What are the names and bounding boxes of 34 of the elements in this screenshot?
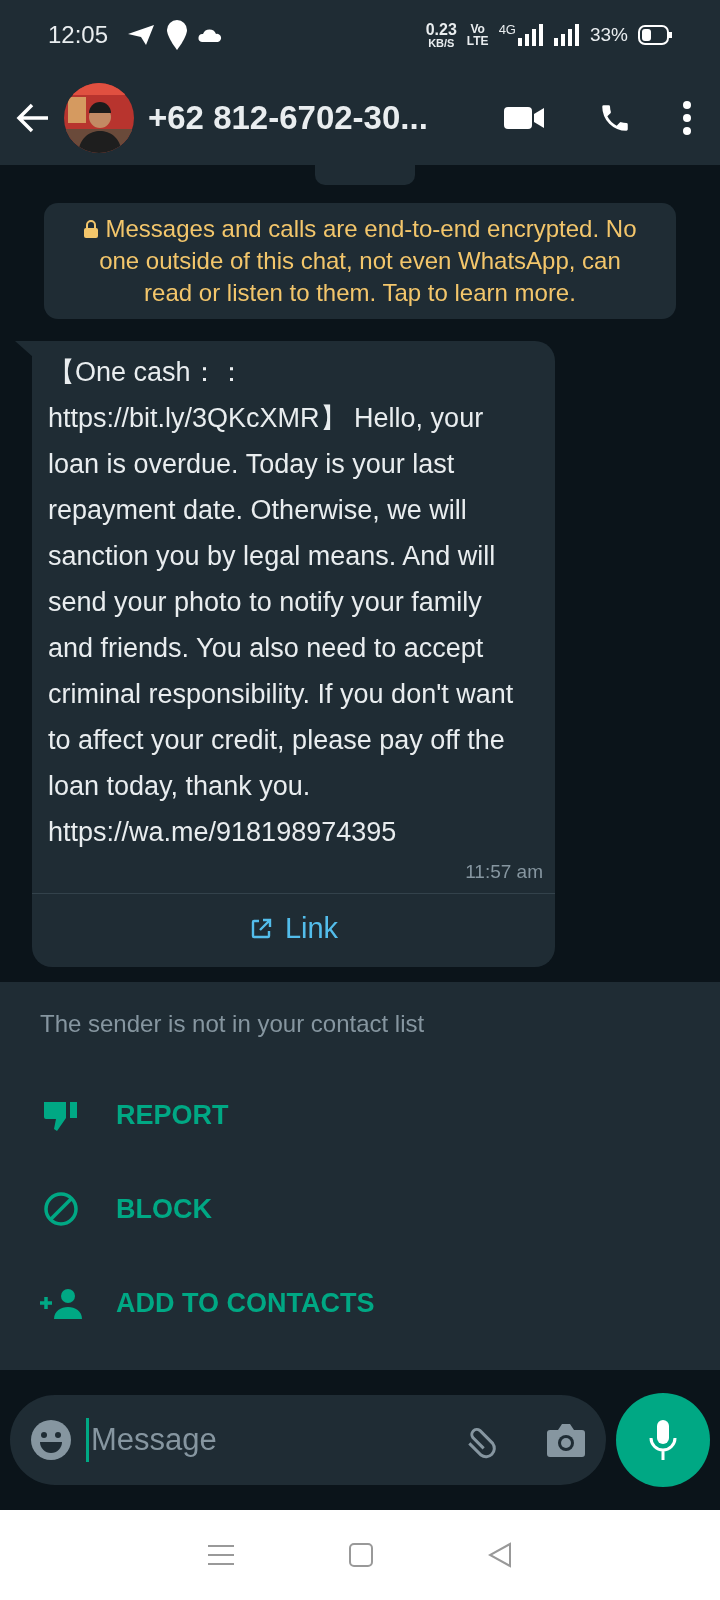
pin-icon [166, 19, 189, 51]
video-call-icon[interactable] [504, 104, 544, 131]
message-text: 【One cash：：https://bit.ly/3QKcXMR】 Hello, your loan is overdue. Today is your last repayment date. Otherwise, we will sanction you by legal means. And will send your photo to notify your family and friends. You also need to accept criminal responsibility. If you don't want to affect your credit, please pay off the loan today, thank you. https://wa.me/918198974395 [47, 356, 515, 849]
message-field[interactable]: Message [10, 1395, 606, 1485]
unknown-sender-notice: The sender is not in your contact list [40, 1010, 426, 1038]
emoji-icon[interactable] [30, 1419, 72, 1461]
link-button[interactable]: Link [32, 893, 555, 967]
back-icon[interactable] [488, 1542, 513, 1568]
add-person-icon [40, 1287, 82, 1319]
network-type: 4G [498, 22, 516, 37]
paper-plane-icon [126, 23, 157, 47]
back-arrow-icon[interactable] [16, 102, 50, 133]
cloud-icon [198, 28, 223, 42]
report-action[interactable]: REPORT [40, 1068, 680, 1162]
battery-icon [638, 25, 672, 45]
add-contact-action[interactable]: ADD TO CONTACTS [40, 1256, 680, 1350]
clock: 12:05 [48, 21, 109, 49]
message-time: 11:57 am [464, 860, 544, 884]
signal-icon [517, 24, 544, 46]
block-action[interactable]: BLOCK [40, 1162, 680, 1256]
menu-icon[interactable] [207, 1544, 234, 1566]
encryption-text: Messages and calls are end-to-end encrypted. No one outside of this chat, not even WhatsApp, can read or listen to them. Tap to learn more. [80, 213, 640, 309]
microphone-icon [649, 1420, 677, 1460]
camera-icon[interactable] [546, 1422, 586, 1458]
volte-indicator: Vo LTE [466, 23, 489, 47]
network-speed: 0.23 KB/S [425, 21, 457, 49]
signal-icon [553, 24, 580, 46]
message-input[interactable]: Message [89, 1421, 448, 1459]
contact-name[interactable]: +62 812-6702-30... [148, 98, 490, 137]
encryption-notice[interactable]: Messages and calls are end-to-end encrypted. No one outside of this chat, not even WhatsApp, can read or listen to them. Tap to learn more. [44, 203, 676, 319]
more-options-icon[interactable] [682, 100, 692, 135]
battery-percent: 33% [589, 24, 628, 46]
home-icon[interactable] [349, 1543, 373, 1567]
lock-icon [83, 220, 98, 238]
